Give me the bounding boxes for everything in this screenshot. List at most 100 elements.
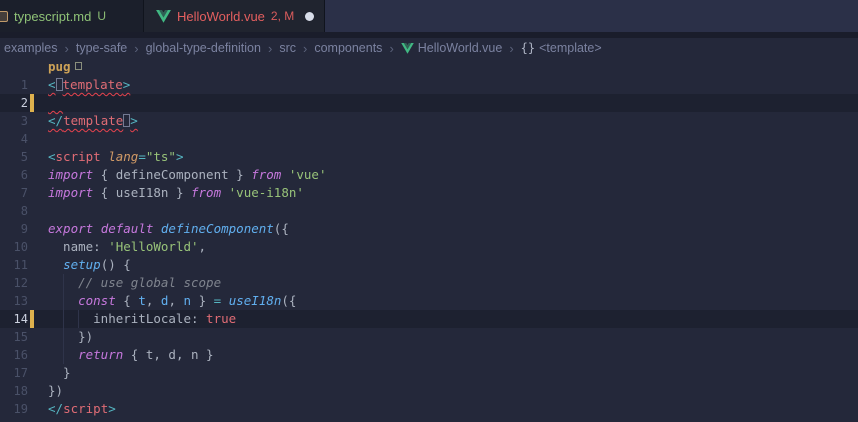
code-content: </script> bbox=[48, 400, 858, 418]
code-token: < bbox=[48, 149, 56, 164]
unsaved-dot-icon[interactable] bbox=[305, 12, 314, 21]
line-number[interactable]: 16 bbox=[0, 346, 28, 364]
code-line[interactable]: 8 bbox=[0, 202, 858, 220]
code-content bbox=[48, 130, 858, 148]
line-number[interactable]: 3 bbox=[0, 112, 28, 130]
code-token: </ bbox=[48, 113, 63, 128]
indent-guide bbox=[63, 328, 64, 346]
breadcrumb-item[interactable]: global-type-definition bbox=[146, 41, 261, 55]
tab-label: typescript.md bbox=[14, 9, 91, 24]
breadcrumb-item[interactable]: HelloWorld.vue bbox=[401, 41, 503, 55]
line-number[interactable]: 15 bbox=[0, 328, 28, 346]
code-line[interactable]: 14 inheritLocale: true bbox=[0, 310, 858, 328]
code-line[interactable]: 4 bbox=[0, 130, 858, 148]
code-content: name: 'HelloWorld', bbox=[48, 238, 858, 256]
code-line[interactable]: 3</template> bbox=[0, 112, 858, 130]
line-number[interactable]: 5 bbox=[0, 148, 28, 166]
git-modified-marker bbox=[30, 310, 34, 328]
line-number[interactable]: 8 bbox=[0, 202, 28, 220]
breadcrumb-label: components bbox=[314, 41, 382, 55]
line-number[interactable]: 2 bbox=[0, 94, 28, 112]
code-area: pug1<template>2 3</template>45<script la… bbox=[0, 58, 858, 422]
code-line[interactable]: 10 name: 'HelloWorld', bbox=[0, 238, 858, 256]
line-number[interactable]: 1 bbox=[0, 76, 28, 94]
breadcrumb-item[interactable]: type-safe bbox=[76, 41, 127, 55]
code-line[interactable]: 16 return { t, d, n } bbox=[0, 346, 858, 364]
code-line[interactable]: 11 setup() { bbox=[0, 256, 858, 274]
chevron-right-icon: › bbox=[268, 42, 272, 55]
code-line[interactable]: 13 const { t, d, n } = useI18n({ bbox=[0, 292, 858, 310]
missing-glyph-box bbox=[56, 78, 63, 91]
gutter bbox=[28, 220, 48, 238]
code-line[interactable]: 7import { useI18n } from 'vue-i18n' bbox=[0, 184, 858, 202]
code-line[interactable]: pug bbox=[0, 58, 858, 76]
git-untracked-badge: U bbox=[97, 9, 106, 23]
code-content: }) bbox=[48, 382, 858, 400]
line-number[interactable]: 14 bbox=[0, 310, 28, 328]
line-number[interactable]: 19 bbox=[0, 400, 28, 418]
code-token bbox=[221, 293, 229, 308]
code-token: { useI18n } bbox=[93, 185, 191, 200]
breadcrumb: examples › type-safe › global-type-definitio… bbox=[0, 38, 858, 58]
tab-bar: typescript.md U HelloWorld.vue 2, M bbox=[0, 0, 858, 32]
code-token: defineComponent bbox=[161, 221, 274, 236]
breadcrumb-label: type-safe bbox=[76, 41, 127, 55]
code-token: script bbox=[63, 401, 108, 416]
code-token: import bbox=[48, 167, 93, 182]
breadcrumb-label: examples bbox=[4, 41, 58, 55]
line-number[interactable]: 10 bbox=[0, 238, 28, 256]
code-line[interactable]: 5 <script lang="ts"> bbox=[0, 148, 858, 166]
code-line[interactable]: 1<template> bbox=[0, 76, 858, 94]
breadcrumb-item[interactable]: components bbox=[314, 41, 382, 55]
line-number[interactable]: 11 bbox=[0, 256, 28, 274]
gutter bbox=[28, 94, 48, 112]
code-line[interactable]: 6import { defineComponent } from 'vue' bbox=[0, 166, 858, 184]
code-content: pug bbox=[48, 58, 858, 76]
line-number[interactable]: 4 bbox=[0, 130, 28, 148]
code-line[interactable]: 17 } bbox=[0, 364, 858, 382]
code-token: , bbox=[168, 293, 183, 308]
code-content: } bbox=[48, 364, 858, 382]
code-token: { t, d, n } bbox=[123, 347, 213, 362]
breadcrumb-item[interactable]: src bbox=[279, 41, 296, 55]
chevron-right-icon: › bbox=[303, 42, 307, 55]
breadcrumb-label: HelloWorld.vue bbox=[418, 41, 503, 55]
code-content: }) bbox=[48, 328, 858, 346]
code-token: 'HelloWorld' bbox=[108, 239, 198, 254]
code-token: }) bbox=[48, 383, 63, 398]
tab-helloworld-vue[interactable]: HelloWorld.vue 2, M bbox=[144, 0, 325, 32]
breadcrumb-item[interactable]: {}<template> bbox=[521, 41, 602, 55]
code-line[interactable]: 9 export default defineComponent({ bbox=[0, 220, 858, 238]
code-token: ({ bbox=[274, 221, 289, 236]
gutter bbox=[28, 166, 48, 184]
tab-typescript-md[interactable]: typescript.md U bbox=[0, 0, 144, 32]
code-line[interactable]: 2 bbox=[0, 94, 858, 112]
line-number[interactable]: 17 bbox=[0, 364, 28, 382]
code-token: name: bbox=[48, 239, 108, 254]
line-number[interactable] bbox=[0, 58, 28, 76]
code-token: 'vue-i18n' bbox=[229, 185, 304, 200]
code-token: true bbox=[206, 311, 236, 326]
line-number[interactable]: 12 bbox=[0, 274, 28, 292]
code-line[interactable]: 19 </script> bbox=[0, 400, 858, 418]
line-number[interactable]: 6 bbox=[0, 166, 28, 184]
chevron-right-icon: › bbox=[509, 42, 513, 55]
line-number[interactable]: 18 bbox=[0, 382, 28, 400]
code-line[interactable]: 12 // use global scope bbox=[0, 274, 858, 292]
code-token: }) bbox=[48, 329, 93, 344]
code-content: <script lang="ts"> bbox=[48, 148, 858, 166]
code-token: > bbox=[123, 77, 131, 92]
code-token: // use global scope bbox=[78, 275, 221, 290]
gutter bbox=[28, 310, 48, 328]
code-line[interactable]: 15 }) bbox=[0, 328, 858, 346]
line-number[interactable]: 13 bbox=[0, 292, 28, 310]
code-content: export default defineComponent({ bbox=[48, 220, 858, 238]
line-number[interactable]: 9 bbox=[0, 220, 28, 238]
code-token bbox=[48, 95, 63, 110]
chevron-right-icon: › bbox=[65, 42, 69, 55]
breadcrumb-item[interactable]: examples bbox=[4, 41, 58, 55]
gutter bbox=[28, 328, 48, 346]
gutter bbox=[28, 382, 48, 400]
code-line[interactable]: 18}) bbox=[0, 382, 858, 400]
line-number[interactable]: 7 bbox=[0, 184, 28, 202]
